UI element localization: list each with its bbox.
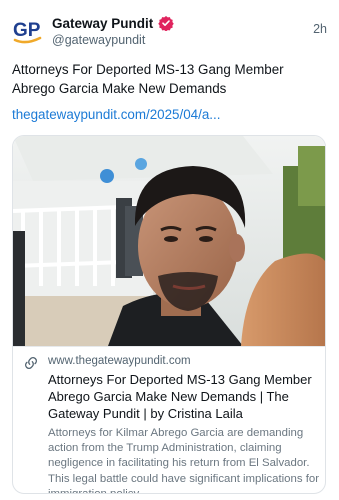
post-link[interactable]: thegatewaypundit.com/2025/04/a...: [12, 107, 327, 122]
card-body[interactable]: www.thegatewaypundit.com Attorneys For D…: [13, 346, 325, 493]
gateway-pundit-logo-icon: GP: [13, 20, 42, 44]
link-icon: [23, 355, 39, 371]
author-handle[interactable]: @gatewaypundit: [52, 33, 174, 47]
author-info: Gateway Pundit @gatewaypundit: [52, 14, 175, 47]
card-photo: [13, 136, 325, 346]
avatar[interactable]: GP: [12, 14, 44, 46]
card-image[interactable]: [13, 136, 325, 346]
card-title[interactable]: Attorneys For Deported MS-13 Gang Member…: [48, 371, 320, 422]
link-preview-card[interactable]: www.thegatewaypundit.com Attorneys For D…: [12, 135, 326, 494]
verified-badge-icon: [158, 15, 175, 32]
post-header: GP Gateway Pundit @gatewaypundit 2h: [12, 12, 327, 50]
post-container[interactable]: GP Gateway Pundit @gatewaypundit 2h Atto…: [0, 0, 339, 500]
post-text: Attorneys For Deported MS-13 Gang Member…: [12, 62, 284, 96]
card-domain: www.thegatewaypundit.com: [48, 355, 191, 367]
card-description: Attorneys for Kilmar Abrego Garcia are d…: [48, 427, 319, 494]
author-display-name[interactable]: Gateway Pundit: [52, 16, 153, 31]
post-timestamp[interactable]: 2h: [313, 22, 327, 36]
svg-text:GP: GP: [13, 20, 41, 41]
